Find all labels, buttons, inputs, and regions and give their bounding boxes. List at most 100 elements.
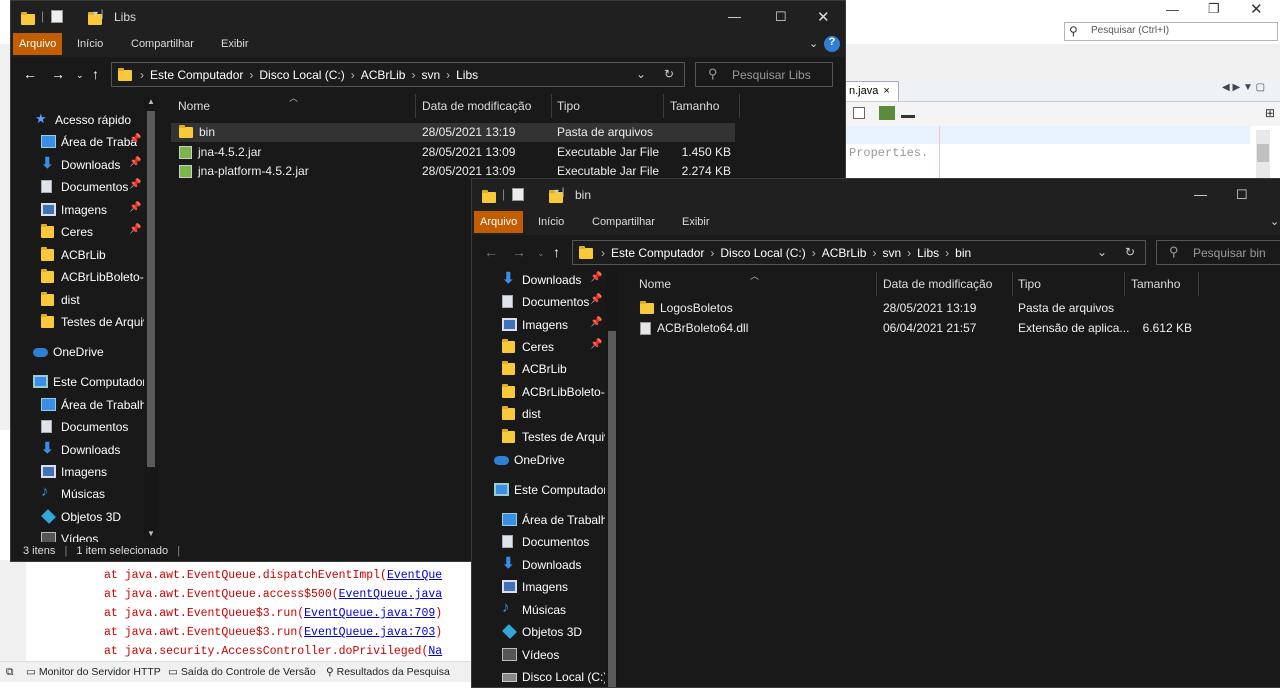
file-row[interactable]: jna-4.5.2.jar 28/05/2021 13:09 Executable … [171, 143, 735, 162]
restore-icon[interactable]: ❐ [1208, 1, 1220, 17]
column-data[interactable]: Data de modificação [883, 277, 992, 291]
explorer-window-bin[interactable]: | ▾ | bin — ☐ ✕ Arquivo Início Compartil… [471, 178, 1280, 688]
column-tipo[interactable]: Tipo [1018, 277, 1041, 291]
editor-toolbar: ⊞ [845, 102, 1280, 126]
customize-qat-icon[interactable]: ▾ | [554, 187, 564, 198]
recent-locations-icon[interactable]: ⌄ [76, 70, 84, 81]
search-icon: ⚲ [1169, 244, 1179, 259]
nav-item-label: Testes de Arquiv [61, 315, 150, 329]
forward-icon[interactable]: → [51, 66, 65, 82]
ribbon-expand-icon[interactable]: ⌄ [809, 37, 818, 50]
ide-search-input[interactable]: ⚲ Pesquisar (Ctrl+I) [1064, 22, 1278, 41]
nav-item-label: ACBrLib [522, 362, 567, 376]
jar-icon [179, 145, 192, 159]
nav-item-label: Área de Trabalho [522, 513, 615, 527]
status-tab-vcs-output[interactable]: ▭ Saída do Controle de Versão [168, 666, 316, 678]
search-input[interactable]: ⚲ Pesquisar bin [1156, 240, 1280, 265]
folder-icon [502, 339, 515, 353]
selection-count: 1 item selecionado [76, 545, 169, 557]
toggle-icon[interactable] [853, 107, 865, 119]
column-nome[interactable]: Nome [639, 277, 671, 291]
properties-icon[interactable] [51, 10, 63, 23]
recent-locations-icon[interactable]: ⌄ [537, 248, 545, 259]
source-link[interactable]: Na [428, 645, 442, 658]
address-dropdown-icon[interactable]: ⌄ [636, 67, 646, 81]
panel-icon[interactable]: ⧉ [6, 666, 14, 679]
tab-arquivo[interactable]: Arquivo [474, 211, 524, 233]
format-icon[interactable] [901, 108, 915, 118]
minimize-icon[interactable]: — [1194, 187, 1207, 202]
ribbon-expand-icon[interactable]: ⌄ [1270, 215, 1279, 228]
tab-compartilhar[interactable]: Compartilhar [592, 216, 655, 228]
close-icon[interactable]: ✕ [817, 8, 830, 26]
tab-inicio[interactable]: Início [538, 216, 564, 228]
status-tab-search-results[interactable]: ⚲ Resultados da Pesquisa [326, 666, 450, 678]
diff-icon[interactable] [879, 106, 895, 120]
customize-qat-icon[interactable]: ▾ | [93, 9, 103, 20]
sort-icon: ︿ [750, 271, 760, 281]
drive-icon [502, 673, 517, 682]
tab-exibir[interactable]: Exibir [682, 216, 710, 228]
desktop-icon [41, 398, 56, 411]
pin-icon: 📌 [590, 317, 603, 328]
source-link[interactable]: EventQueue.java:703 [304, 626, 435, 639]
column-tipo[interactable]: Tipo [557, 99, 580, 113]
nav-item-label: Testes de Arquiv [522, 430, 611, 444]
item-count: 3 itens [23, 545, 56, 557]
tab-arquivo[interactable]: Arquivo [13, 33, 63, 55]
tab-java-file[interactable]: n.java × [845, 81, 899, 101]
editor-scrollbar[interactable] [1256, 130, 1270, 180]
stack-trace-line: at java.awt.EventQueue.dispatchEventImpl… [104, 569, 443, 582]
split-icon[interactable]: ⊞ [1265, 106, 1275, 120]
back-icon[interactable]: ← [484, 244, 498, 260]
up-icon[interactable]: ↑ [553, 244, 560, 260]
back-icon[interactable]: ← [23, 66, 37, 82]
nav-item-label: Objetos 3D [522, 625, 583, 639]
download-icon: ⬇ [41, 440, 54, 457]
column-nome[interactable]: Nome [178, 99, 210, 113]
address-dropdown-icon[interactable]: ⌄ [1097, 245, 1107, 259]
file-row[interactable]: ACBrBoleto64.dll 06/04/2021 21:57 Extensão… [632, 319, 1198, 338]
file-row[interactable]: bin 28/05/2021 13:19 Pasta de arquivos [171, 123, 735, 142]
nav-item-label: Área de Trabalho [61, 398, 154, 412]
close-icon[interactable]: ✕ [1250, 0, 1263, 18]
up-icon[interactable]: ↑ [92, 66, 99, 82]
address-bar[interactable]: › Este Computador › Disco Local (C:) › ACBrLi… [111, 62, 685, 87]
tab-nav-icon[interactable]: ◀ ▶ ▼ ▢ [1222, 82, 1265, 93]
source-link[interactable]: EventQue [387, 569, 442, 582]
refresh-icon[interactable]: ↻ [1125, 245, 1135, 259]
refresh-icon[interactable]: ↻ [664, 67, 674, 81]
nav-scrollbar[interactable]: ▲ ▼ [144, 97, 158, 541]
nav-item-label: Imagens [522, 318, 569, 332]
maximize-icon[interactable]: ☐ [775, 9, 787, 25]
search-input[interactable]: ⚲ Pesquisar Libs [695, 62, 833, 87]
tab-close-icon[interactable]: × [883, 85, 889, 97]
nav-item-label: Downloads [522, 273, 582, 287]
forward-icon[interactable]: → [512, 244, 526, 260]
tab-inicio[interactable]: Início [77, 38, 103, 50]
source-link[interactable]: EventQueue.java [339, 588, 443, 601]
file-row[interactable]: LogosBoletos 28/05/2021 13:19 Pasta de arq… [632, 299, 1198, 318]
column-tamanho[interactable]: Tamanho [1131, 277, 1180, 291]
help-icon[interactable]: ? [824, 36, 840, 52]
editor-tabbar: ◀ ▶ ▼ ▢ [845, 80, 1280, 102]
star-icon: ★ [35, 111, 47, 126]
status-tab-http-monitor[interactable]: ▭ Monitor do Servidor HTTP [26, 666, 161, 678]
address-bar[interactable]: › Este Computador › Disco Local (C:) › ACBrLi… [572, 240, 1146, 265]
column-tamanho[interactable]: Tamanho [670, 99, 719, 113]
column-data[interactable]: Data de modificação [422, 99, 531, 113]
source-link[interactable]: EventQueue.java:709 [304, 607, 435, 620]
properties-icon[interactable] [512, 188, 524, 201]
titlebar[interactable]: | ▾ | bin — ☐ ✕ [472, 179, 1280, 211]
folder-icon [41, 292, 54, 306]
tab-exibir[interactable]: Exibir [221, 38, 249, 50]
titlebar[interactable]: | ▾ | Libs — ☐ ✕ [11, 1, 845, 33]
tab-compartilhar[interactable]: Compartilhar [131, 38, 194, 50]
minimize-icon[interactable]: — [728, 9, 741, 24]
pc-icon [494, 483, 509, 496]
pin-icon: 📌 [590, 339, 603, 350]
minimize-icon[interactable]: — [1166, 2, 1179, 17]
maximize-icon[interactable]: ☐ [1236, 187, 1248, 203]
nav-scrollbar[interactable] [605, 271, 619, 687]
code-editor[interactable]: Properties. [845, 126, 1280, 182]
